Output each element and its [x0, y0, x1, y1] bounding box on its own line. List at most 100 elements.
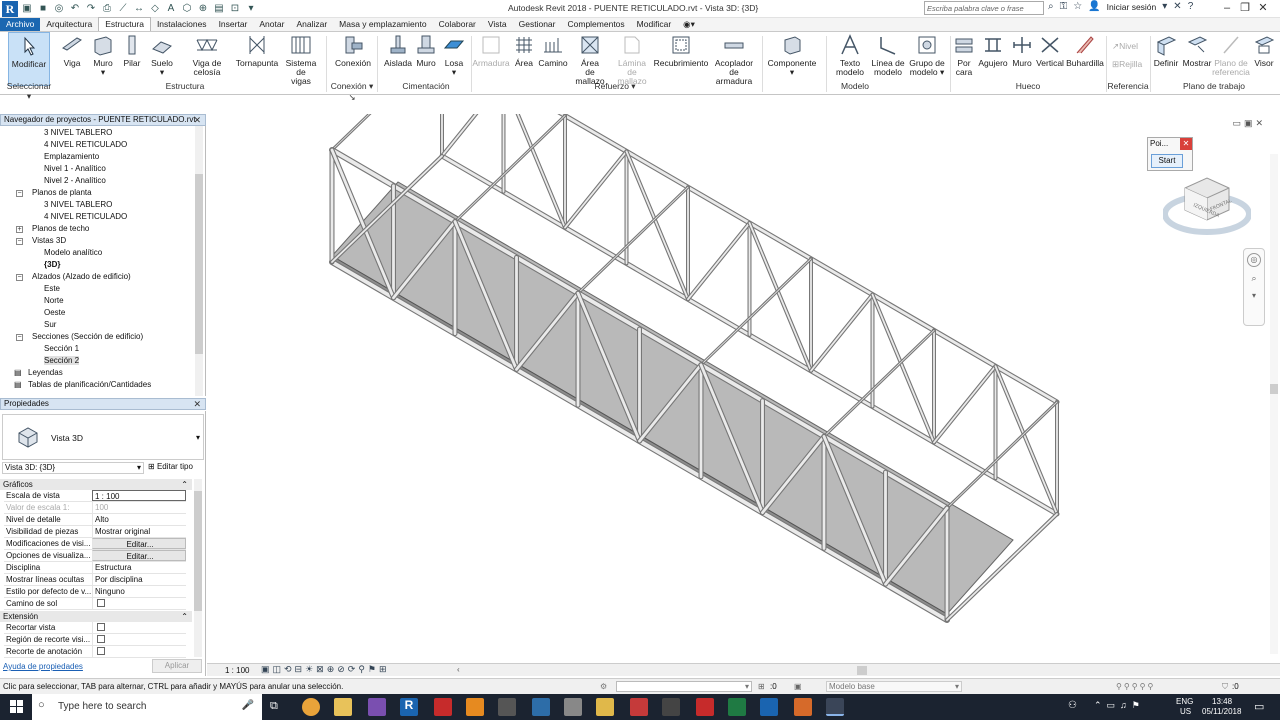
favorites-star-icon[interactable]: ☆	[1073, 1, 1082, 12]
fabric-sheet-button[interactable]: Lámina de mallazo	[612, 34, 652, 86]
browser-item[interactable]: Este	[44, 284, 60, 293]
browser-item[interactable]: 3 NIVEL TABLERO	[44, 200, 112, 209]
customize-icon[interactable]: ▾	[244, 2, 258, 16]
taskbar-search-box[interactable]: ○ Type here to search 🎤	[32, 694, 262, 720]
property-value[interactable]: Mostrar original	[92, 526, 186, 537]
tab-vista[interactable]: Vista	[482, 18, 513, 31]
exchange-icon[interactable]: ✕	[1173, 1, 1181, 12]
signin-link[interactable]: Iniciar sesión	[1107, 2, 1157, 12]
collapse-icon[interactable]: −	[16, 274, 23, 281]
worksets-icon[interactable]: ⚙	[600, 679, 607, 694]
tag-icon[interactable]: ◇	[148, 2, 162, 16]
browser-item[interactable]: Sur	[44, 320, 56, 329]
subscription-icon[interactable]: ⚿	[1060, 1, 1068, 12]
shaft-button[interactable]: Agujero	[978, 34, 1008, 68]
minimize-icon[interactable]: –	[1218, 2, 1236, 14]
acrobat-icon[interactable]	[630, 698, 648, 716]
property-value[interactable]: Ninguno	[92, 586, 186, 597]
path-reinforcement-button[interactable]: Camino	[538, 34, 568, 68]
3d-viewport[interactable]: ▭▣✕ Poi... ✕ Start IZQUIERDA FRONTAL ◎ ⌕…	[207, 41, 1280, 663]
zoom-icon[interactable]: ⌕	[1247, 273, 1261, 287]
area-reinforcement-button[interactable]: Área	[512, 34, 536, 68]
collapse-icon[interactable]: −	[16, 190, 23, 197]
restore-icon[interactable]: ❐	[1236, 1, 1254, 14]
type-selector[interactable]: Vista 3D ▾	[2, 414, 204, 460]
browser-item[interactable]: 3 NIVEL TABLERO	[44, 128, 112, 137]
redo-icon[interactable]: ↷	[84, 2, 98, 16]
active-app-icon[interactable]	[826, 698, 844, 716]
dimension-icon[interactable]: ↔	[132, 2, 146, 16]
revit-icon[interactable]: R	[400, 698, 418, 716]
wall-button[interactable]: Muro ▾	[90, 34, 116, 77]
cover-button[interactable]: Recubrimiento	[654, 34, 708, 68]
properties-help-link[interactable]: Ayuda de propiedades	[3, 662, 83, 671]
browser-item[interactable]: Vistas 3D	[32, 236, 66, 245]
floor-button[interactable]: Suelo ▾	[148, 34, 176, 77]
scrollbar-thumb[interactable]	[194, 491, 202, 611]
vlc-icon[interactable]	[466, 698, 484, 716]
collapse-icon[interactable]: ⌃	[181, 479, 188, 490]
app-icon[interactable]	[564, 698, 582, 716]
measure-icon[interactable]: ⟋	[116, 2, 130, 16]
checkbox[interactable]	[97, 647, 105, 655]
tab-analizar[interactable]: Analizar	[290, 18, 333, 31]
visual-studio-icon[interactable]	[368, 698, 386, 716]
brace-button[interactable]: Tornapunta	[236, 34, 278, 68]
nav-dropdown-icon[interactable]: ▾	[1247, 291, 1261, 305]
chrome-icon[interactable]	[302, 698, 320, 716]
rebar-coupler-button[interactable]: Acoplador de armadura	[710, 34, 758, 86]
switch-windows-icon[interactable]: ▤	[212, 2, 226, 16]
browser-item[interactable]: Oeste	[44, 308, 65, 317]
robot-icon[interactable]	[532, 698, 550, 716]
browser-item[interactable]: Emplazamiento	[44, 152, 99, 161]
filter-funnel-icon[interactable]: ⛉	[1222, 679, 1228, 694]
undo-icon[interactable]: ↶	[68, 2, 82, 16]
apply-button[interactable]: Aplicar	[152, 659, 202, 673]
group-label-connection[interactable]: Conexión ▾ ↘	[326, 81, 378, 103]
property-checkbox[interactable]	[92, 646, 186, 657]
column-button[interactable]: Pilar	[120, 34, 144, 68]
worksets-dropdown[interactable]: ▾	[616, 681, 752, 692]
sync-icon[interactable]: ◎	[52, 2, 66, 16]
checkbox[interactable]	[97, 599, 105, 607]
excel-icon[interactable]	[728, 698, 746, 716]
steering-wheel-icon[interactable]: ◎	[1247, 253, 1261, 267]
edit-button[interactable]: Editar...	[92, 538, 186, 549]
property-checkbox[interactable]	[92, 598, 186, 609]
tab-complementos[interactable]: Complementos	[562, 18, 631, 31]
connection-button[interactable]: Conexión	[334, 34, 372, 68]
dormer-button[interactable]: Buhardilla	[1066, 34, 1104, 68]
browser-scrollbar[interactable]	[195, 126, 203, 396]
design-options-dropdown[interactable]: Modelo base ▾	[826, 681, 962, 692]
close-hidden-icon[interactable]: ⊡	[228, 2, 242, 16]
tray-icons[interactable]: ⌃▭♫⚑	[1094, 700, 1145, 711]
checkbox[interactable]	[97, 635, 105, 643]
design-options-icon[interactable]: ▣	[794, 679, 802, 694]
close-icon[interactable]: ✕	[193, 399, 201, 409]
wall-footing-button[interactable]: Muro	[413, 34, 439, 68]
scroll-left-icon[interactable]: ‹	[457, 665, 460, 674]
open-icon[interactable]: ▣	[20, 2, 34, 16]
browser-item[interactable]: Alzados (Alzado de edificio)	[32, 272, 131, 281]
browser-item[interactable]: Planos de planta	[32, 188, 92, 197]
property-checkbox[interactable]	[92, 634, 186, 645]
show-workplane-button[interactable]: Mostrar	[1182, 34, 1212, 68]
truss-bridge-model[interactable]	[207, 41, 1280, 663]
property-value[interactable]: Por disciplina	[92, 574, 186, 585]
autocad-icon[interactable]	[434, 698, 452, 716]
tab-insertar[interactable]: Insertar	[213, 18, 254, 31]
dropdown-icon[interactable]: ▾	[1162, 1, 1167, 12]
viewcube-icon[interactable]: IZQUIERDA FRONTAL	[1163, 166, 1251, 240]
tab-masa[interactable]: Masa y emplazamiento	[333, 18, 432, 31]
grid-button[interactable]: ⊞ Rejilla	[1112, 60, 1148, 69]
property-checkbox[interactable]	[92, 622, 186, 633]
language-indicator[interactable]: ENG	[1176, 697, 1193, 706]
view-window-controls[interactable]: ▭▣✕	[1232, 118, 1266, 129]
scrollbar-thumb[interactable]	[1270, 384, 1278, 394]
close-icon[interactable]: ✕	[193, 115, 201, 125]
browser-item[interactable]: Sección 1	[44, 344, 79, 353]
property-value[interactable]: Estructura	[92, 562, 186, 573]
browser-item[interactable]: Modelo analítico	[44, 248, 102, 257]
tab-gestionar[interactable]: Gestionar	[513, 18, 562, 31]
app-icon[interactable]	[794, 698, 812, 716]
